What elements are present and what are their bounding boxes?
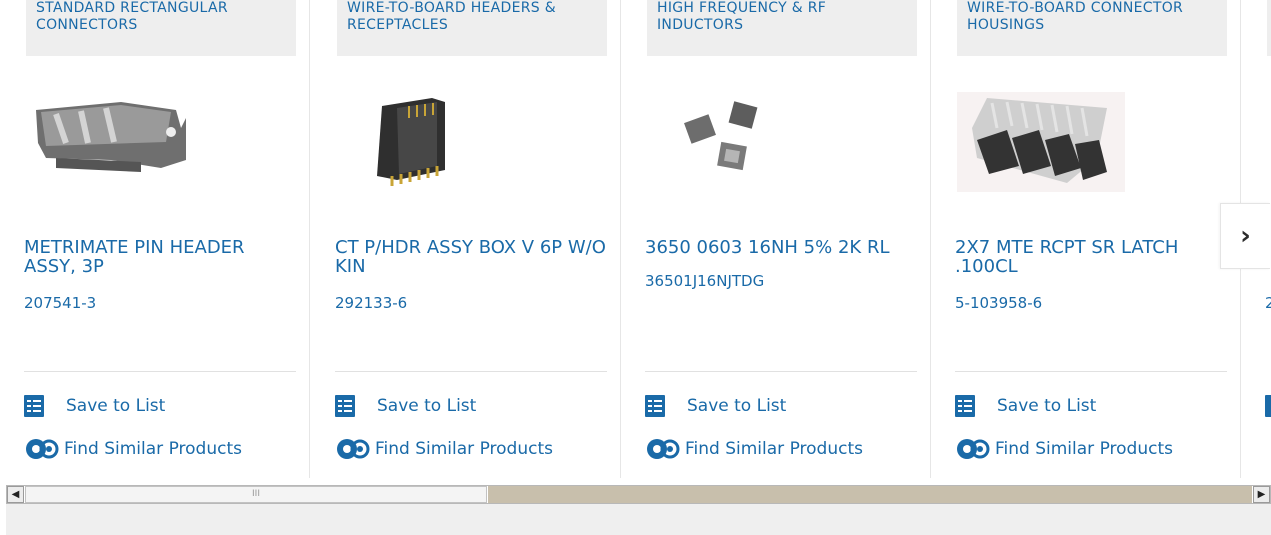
scrollbar-track[interactable] <box>488 486 1252 503</box>
find-similar-products-button[interactable]: Find Similar Products <box>24 436 242 462</box>
product-category[interactable]: STANDARD RECTANGULAR CONNECTORS <box>26 0 296 56</box>
pin-header-image[interactable] <box>337 88 607 198</box>
gear-icon <box>24 436 60 462</box>
product-category[interactable]: HIGH FREQUENCY & RF INDUCTORS <box>647 0 917 56</box>
product-category[interactable]: WIRE-TO-BOARD HEADERS & RECEPTACLES <box>337 0 607 56</box>
connector-header-image[interactable] <box>26 88 296 198</box>
save-to-list-button[interactable]: Save to List <box>24 393 165 419</box>
scrollbar-thumb[interactable]: III <box>25 486 487 503</box>
find-similar-label: Find Similar Products <box>375 439 553 459</box>
save-to-list-label: Save to List <box>687 396 787 416</box>
carousel-next-button[interactable]: › <box>1220 203 1270 269</box>
part-number[interactable]: 207541-3 <box>24 294 96 312</box>
find-similar-products-button[interactable]: Find Similar Products <box>955 436 1173 462</box>
product-carousel: STANDARD RECTANGULAR CONNECTORS METRIMAT… <box>0 0 1271 478</box>
product-card: HIGH FREQUENCY & RF INDUCTORS 3650 0603 … <box>621 0 931 478</box>
scroll-left-arrow[interactable]: ◀ <box>7 486 24 503</box>
product-category[interactable]: WIRE-TO-BOARD CONNECTOR HOUSINGS <box>957 0 1227 56</box>
checklist-icon <box>24 395 44 417</box>
save-to-list-button[interactable]: Save to List <box>335 393 476 419</box>
find-similar-products-button[interactable]: Find Similar Products <box>335 436 553 462</box>
save-to-list-button[interactable] <box>1265 393 1271 419</box>
part-number[interactable]: 5-103958-6 <box>955 294 1042 312</box>
part-number[interactable]: 2 <box>1265 294 1271 312</box>
product-category[interactable] <box>1267 0 1271 56</box>
gear-icon <box>645 436 681 462</box>
find-similar-label: Find Similar Products <box>995 439 1173 459</box>
find-similar-products-button[interactable]: Find Similar Products <box>645 436 863 462</box>
save-to-list-label: Save to List <box>66 396 166 416</box>
product-name[interactable]: CT P/HDR ASSY BOX V 6P W/O KIN <box>335 238 607 276</box>
save-to-list-label: Save to List <box>997 396 1097 416</box>
find-similar-label: Find Similar Products <box>685 439 863 459</box>
divider <box>645 371 917 372</box>
divider <box>24 371 296 372</box>
housing-image[interactable] <box>957 88 1227 198</box>
bottom-area <box>6 504 1271 535</box>
part-number[interactable]: 36501J16NJTDG <box>645 272 764 290</box>
product-card: STANDARD RECTANGULAR CONNECTORS METRIMAT… <box>0 0 310 478</box>
save-to-list-button[interactable]: Save to List <box>645 393 786 419</box>
product-card: WIRE-TO-BOARD HEADERS & RECEPTACLES CT P… <box>311 0 621 478</box>
checklist-icon <box>955 395 975 417</box>
gear-icon <box>955 436 991 462</box>
gear-icon <box>335 436 371 462</box>
horizontal-scrollbar[interactable]: ◀ III ▶ <box>6 485 1271 504</box>
product-card: WIRE-TO-BOARD CONNECTOR HOUSINGS 2X7 MTE… <box>931 0 1241 478</box>
inductor-image[interactable] <box>647 88 917 198</box>
find-similar-label: Find Similar Products <box>64 439 242 459</box>
scroll-right-arrow[interactable]: ▶ <box>1253 486 1270 503</box>
product-name[interactable]: METRIMATE PIN HEADER ASSY, 3P <box>24 238 296 276</box>
product-name[interactable]: 2X7 MTE RCPT SR LATCH .100CL <box>955 238 1227 276</box>
save-to-list-label: Save to List <box>377 396 477 416</box>
checklist-icon <box>335 395 355 417</box>
part-number[interactable]: 292133-6 <box>335 294 407 312</box>
divider <box>335 371 607 372</box>
product-name[interactable]: 3650 0603 16nH 5% 2K RL <box>645 238 917 257</box>
checklist-icon <box>1265 395 1271 417</box>
divider <box>955 371 1227 372</box>
save-to-list-button[interactable]: Save to List <box>955 393 1096 419</box>
checklist-icon <box>645 395 665 417</box>
